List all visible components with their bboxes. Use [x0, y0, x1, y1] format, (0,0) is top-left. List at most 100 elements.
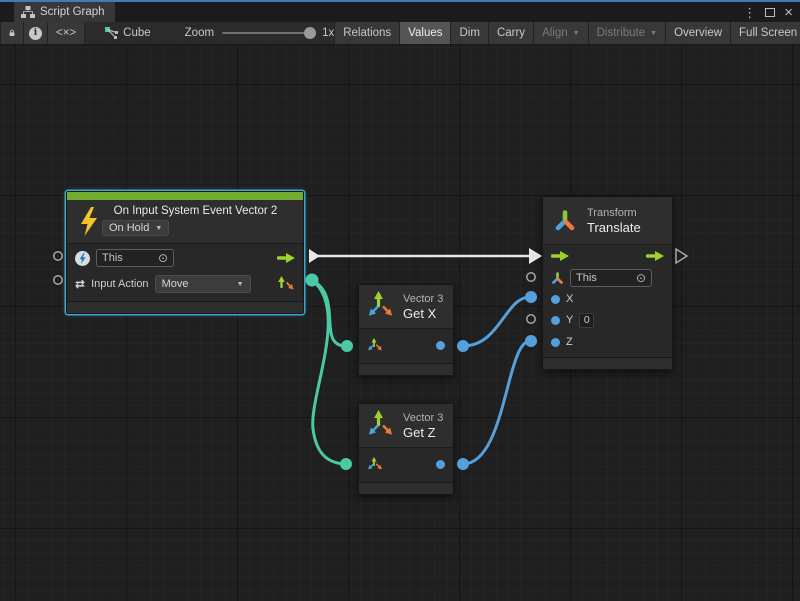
- getx-input-dot[interactable]: [341, 340, 353, 352]
- zoom-slider[interactable]: [222, 32, 314, 34]
- event-this-port-hollow[interactable]: [54, 252, 62, 260]
- event-node-header-bar: [67, 192, 303, 200]
- float-input-port[interactable]: [551, 338, 560, 347]
- this-target-field[interactable]: This ⊙: [570, 269, 652, 287]
- float-output-port[interactable]: [436, 460, 445, 469]
- float-input-port[interactable]: [551, 295, 560, 304]
- tab-label: Script Graph: [40, 6, 105, 18]
- node-get-z[interactable]: Vector 3 Get Z: [358, 403, 454, 495]
- node-transform-translate[interactable]: Transform Translate This ⊙ X: [542, 196, 673, 370]
- align-button[interactable]: Align▼: [534, 22, 589, 44]
- node-on-input-system-event[interactable]: On Input System Event Vector 2 On Hold ▼…: [66, 191, 304, 314]
- transform-gizmo-icon: [553, 209, 577, 233]
- node-category: Vector 3: [403, 412, 443, 424]
- float-input-port[interactable]: [551, 316, 560, 325]
- breadcrumb-label: Cube: [123, 27, 151, 39]
- event-action-port-hollow[interactable]: [54, 276, 62, 284]
- transform-y-port-hollow[interactable]: [527, 315, 535, 323]
- this-value: This: [576, 272, 597, 284]
- graph-hierarchy-icon: [21, 6, 35, 18]
- overview-button[interactable]: Overview: [666, 22, 731, 44]
- vector2-output-dot[interactable]: [306, 274, 319, 287]
- node-title: Get Z: [403, 425, 443, 440]
- lock-button[interactable]: [0, 22, 24, 44]
- graph-toolbar: i <×> Cube Zoom 1x Relations Values Dim …: [0, 22, 800, 45]
- control-wire-start-arrow: [309, 249, 320, 263]
- transform-this-port-hollow[interactable]: [527, 273, 535, 281]
- vector3-icon: [367, 410, 395, 442]
- node-footer: [543, 357, 672, 369]
- input-action-icon: ⇄: [75, 277, 85, 291]
- dim-button[interactable]: Dim: [451, 22, 488, 44]
- node-footer: [359, 482, 453, 494]
- transform-control-out-hollow-triangle[interactable]: [676, 249, 687, 263]
- wire-vector2-to-getz[interactable]: [312, 280, 345, 464]
- node-footer: [359, 363, 453, 375]
- view-buttons: Relations Values Dim Carry Align▼ Distri…: [334, 22, 800, 44]
- vector3-input-port-icon[interactable]: [367, 338, 382, 353]
- control-output-port-icon[interactable]: [277, 253, 295, 263]
- this-value: This: [102, 252, 123, 264]
- control-wire-end-arrow: [529, 248, 542, 264]
- distribute-button[interactable]: Distribute▼: [589, 22, 667, 44]
- port-z-label: Z: [566, 336, 573, 348]
- control-input-port-icon[interactable]: [551, 251, 569, 261]
- lightning-bolt-icon: [79, 207, 98, 236]
- getz-input-dot[interactable]: [340, 458, 352, 470]
- transform-x-input-dot[interactable]: [525, 291, 537, 303]
- object-picker-icon[interactable]: ⊙: [636, 271, 646, 285]
- node-title: Translate: [587, 220, 641, 235]
- values-button[interactable]: Values: [400, 22, 451, 44]
- vector2-output-port-icon[interactable]: [277, 276, 295, 292]
- zoom-slider-thumb[interactable]: [304, 27, 316, 39]
- wire-getx-to-x[interactable]: [463, 297, 530, 346]
- getx-output-dot[interactable]: [457, 340, 469, 352]
- chevron-down-icon: ▼: [155, 225, 162, 232]
- on-hold-dropdown[interactable]: On Hold ▼: [102, 220, 169, 236]
- code-view-button[interactable]: <×>: [48, 22, 85, 44]
- node-get-x[interactable]: Vector 3 Get X: [358, 284, 454, 376]
- graph-canvas[interactable]: On Input System Event Vector 2 On Hold ▼…: [0, 45, 800, 601]
- node-category: Transform: [587, 207, 641, 219]
- vector3-input-port-icon[interactable]: [367, 457, 382, 472]
- event-node-title: On Input System Event Vector 2: [114, 205, 278, 217]
- info-icon: i: [29, 27, 42, 40]
- move-value: Move: [162, 278, 189, 290]
- window-titlebar: Script Graph ⋮ ×: [0, 0, 800, 22]
- code-icon: <×>: [56, 27, 76, 39]
- transform-z-input-dot[interactable]: [525, 335, 537, 347]
- zoom-value: 1x: [322, 27, 334, 39]
- control-output-port-icon[interactable]: [646, 251, 664, 261]
- info-button[interactable]: i: [24, 22, 48, 44]
- carry-button[interactable]: Carry: [489, 22, 534, 44]
- fullscreen-button[interactable]: Full Screen: [731, 22, 800, 44]
- maximize-icon[interactable]: [765, 8, 775, 17]
- wire-getz-to-z[interactable]: [463, 341, 530, 464]
- chevron-down-icon: ▼: [573, 30, 580, 37]
- y-value-field[interactable]: 0: [579, 313, 594, 328]
- move-action-dropdown[interactable]: Move ▼: [155, 275, 251, 293]
- game-object-icon: [75, 251, 90, 266]
- tab-script-graph[interactable]: Script Graph: [14, 2, 115, 22]
- on-hold-value: On Hold: [109, 222, 149, 234]
- node-category: Vector 3: [403, 293, 443, 305]
- close-icon[interactable]: ×: [784, 5, 793, 20]
- port-x-label: X: [566, 293, 573, 305]
- lock-icon: [9, 27, 15, 39]
- kebab-menu-icon[interactable]: ⋮: [743, 6, 756, 19]
- chevron-down-icon: ▼: [237, 281, 244, 288]
- node-title: Get X: [403, 306, 443, 321]
- input-action-label: Input Action: [91, 278, 149, 290]
- graph-node-icon: [105, 27, 118, 40]
- getz-output-dot[interactable]: [457, 458, 469, 470]
- port-y-label: Y: [566, 314, 573, 326]
- breadcrumb[interactable]: Cube: [105, 22, 151, 44]
- float-output-port[interactable]: [436, 341, 445, 350]
- this-target-field[interactable]: This ⊙: [96, 249, 174, 267]
- zoom-label: Zoom: [185, 27, 214, 39]
- node-footer: [67, 301, 303, 313]
- zoom-control: Zoom 1x: [185, 22, 335, 44]
- vector3-icon: [367, 291, 395, 323]
- object-picker-icon[interactable]: ⊙: [158, 251, 168, 265]
- relations-button[interactable]: Relations: [334, 22, 400, 44]
